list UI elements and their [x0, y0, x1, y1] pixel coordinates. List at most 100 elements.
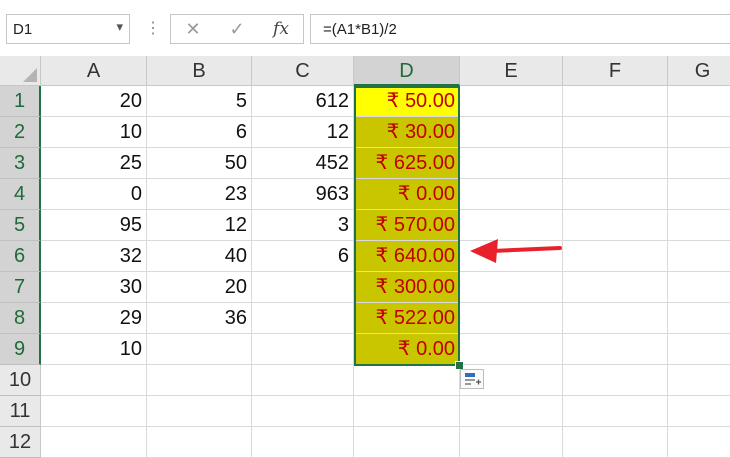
cell-f11[interactable]	[563, 396, 668, 427]
row-header-9[interactable]: 9	[0, 334, 41, 365]
row-header-3[interactable]: 3	[0, 148, 41, 179]
row-header-7[interactable]: 7	[0, 272, 41, 303]
cell-a12[interactable]	[41, 427, 147, 458]
cell-d9[interactable]: ₹ 0.00	[354, 334, 460, 365]
cell-c10[interactable]	[252, 365, 354, 396]
cell-d8[interactable]: ₹ 522.00	[354, 303, 460, 334]
cell-g11[interactable]	[668, 396, 730, 427]
cell-e12[interactable]	[460, 427, 563, 458]
cell-g3[interactable]	[668, 148, 730, 179]
row-header-8[interactable]: 8	[0, 303, 41, 334]
cell-f12[interactable]	[563, 427, 668, 458]
cell-b1[interactable]: 5	[147, 86, 252, 117]
name-box[interactable]: D1 ▾	[6, 14, 130, 44]
row-header-4[interactable]: 4	[0, 179, 41, 210]
cell-g7[interactable]	[668, 272, 730, 303]
cell-d11[interactable]	[354, 396, 460, 427]
cell-e3[interactable]	[460, 148, 563, 179]
cell-e11[interactable]	[460, 396, 563, 427]
cell-d5[interactable]: ₹ 570.00	[354, 210, 460, 241]
cell-c6[interactable]: 6	[252, 241, 354, 272]
cell-b9[interactable]	[147, 334, 252, 365]
cell-a6[interactable]: 32	[41, 241, 147, 272]
cell-f8[interactable]	[563, 303, 668, 334]
cell-g6[interactable]	[668, 241, 730, 272]
column-header-f[interactable]: F	[563, 56, 668, 86]
cell-c2[interactable]: 12	[252, 117, 354, 148]
cell-a8[interactable]: 29	[41, 303, 147, 334]
name-box-dropdown-icon[interactable]: ▾	[116, 19, 123, 35]
cell-a1[interactable]: 20	[41, 86, 147, 117]
cell-e4[interactable]	[460, 179, 563, 210]
cell-e7[interactable]	[460, 272, 563, 303]
row-header-11[interactable]: 11	[0, 396, 41, 427]
row-header-6[interactable]: 6	[0, 241, 41, 272]
cell-f5[interactable]	[563, 210, 668, 241]
row-header-10[interactable]: 10	[0, 365, 41, 396]
cell-e1[interactable]	[460, 86, 563, 117]
cell-a9[interactable]: 10	[41, 334, 147, 365]
row-header-5[interactable]: 5	[0, 210, 41, 241]
row-header-2[interactable]: 2	[0, 117, 41, 148]
cell-g5[interactable]	[668, 210, 730, 241]
cell-g8[interactable]	[668, 303, 730, 334]
cell-f6[interactable]	[563, 241, 668, 272]
cell-f3[interactable]	[563, 148, 668, 179]
cell-f7[interactable]	[563, 272, 668, 303]
cell-d10[interactable]	[354, 365, 460, 396]
cell-d2[interactable]: ₹ 30.00	[354, 117, 460, 148]
cell-b11[interactable]	[147, 396, 252, 427]
cell-b6[interactable]: 40	[147, 241, 252, 272]
select-all-button[interactable]	[0, 56, 41, 86]
row-header-12[interactable]: 12	[0, 427, 41, 458]
cell-e8[interactable]	[460, 303, 563, 334]
paste-options-icon[interactable]	[460, 369, 484, 389]
cell-a10[interactable]	[41, 365, 147, 396]
cell-f2[interactable]	[563, 117, 668, 148]
column-header-b[interactable]: B	[147, 56, 252, 86]
formula-bar-grip-icon[interactable]: ⋮	[145, 14, 161, 44]
cell-g10[interactable]	[668, 365, 730, 396]
cell-c7[interactable]	[252, 272, 354, 303]
column-header-e[interactable]: E	[460, 56, 563, 86]
cell-a4[interactable]: 0	[41, 179, 147, 210]
cell-b8[interactable]: 36	[147, 303, 252, 334]
cell-a3[interactable]: 25	[41, 148, 147, 179]
cell-f1[interactable]	[563, 86, 668, 117]
cell-b4[interactable]: 23	[147, 179, 252, 210]
cell-d3[interactable]: ₹ 625.00	[354, 148, 460, 179]
cell-e2[interactable]	[460, 117, 563, 148]
cell-d12[interactable]	[354, 427, 460, 458]
column-header-c[interactable]: C	[252, 56, 354, 86]
cell-c9[interactable]	[252, 334, 354, 365]
cell-b12[interactable]	[147, 427, 252, 458]
cell-g2[interactable]	[668, 117, 730, 148]
cell-f9[interactable]	[563, 334, 668, 365]
cancel-button[interactable]: ✕	[173, 15, 213, 43]
cell-a7[interactable]: 30	[41, 272, 147, 303]
cell-a11[interactable]	[41, 396, 147, 427]
cell-d7[interactable]: ₹ 300.00	[354, 272, 460, 303]
cell-f10[interactable]	[563, 365, 668, 396]
cell-b10[interactable]	[147, 365, 252, 396]
cell-g1[interactable]	[668, 86, 730, 117]
cell-c4[interactable]: 963	[252, 179, 354, 210]
formula-input[interactable]: =(A1*B1)/2	[310, 14, 730, 44]
cell-e9[interactable]	[460, 334, 563, 365]
column-header-a[interactable]: A	[41, 56, 147, 86]
cell-f4[interactable]	[563, 179, 668, 210]
cell-c11[interactable]	[252, 396, 354, 427]
insert-function-button[interactable]: fx	[261, 15, 301, 43]
cell-b7[interactable]: 20	[147, 272, 252, 303]
cell-b3[interactable]: 50	[147, 148, 252, 179]
cell-c8[interactable]	[252, 303, 354, 334]
cell-a5[interactable]: 95	[41, 210, 147, 241]
cell-g12[interactable]	[668, 427, 730, 458]
cell-c12[interactable]	[252, 427, 354, 458]
cell-d6[interactable]: ₹ 640.00	[354, 241, 460, 272]
column-header-d[interactable]: D	[354, 56, 460, 86]
cell-d4[interactable]: ₹ 0.00	[354, 179, 460, 210]
cell-c5[interactable]: 3	[252, 210, 354, 241]
cell-d1[interactable]: ₹ 50.00	[354, 86, 460, 117]
column-header-g[interactable]: G	[668, 56, 730, 86]
